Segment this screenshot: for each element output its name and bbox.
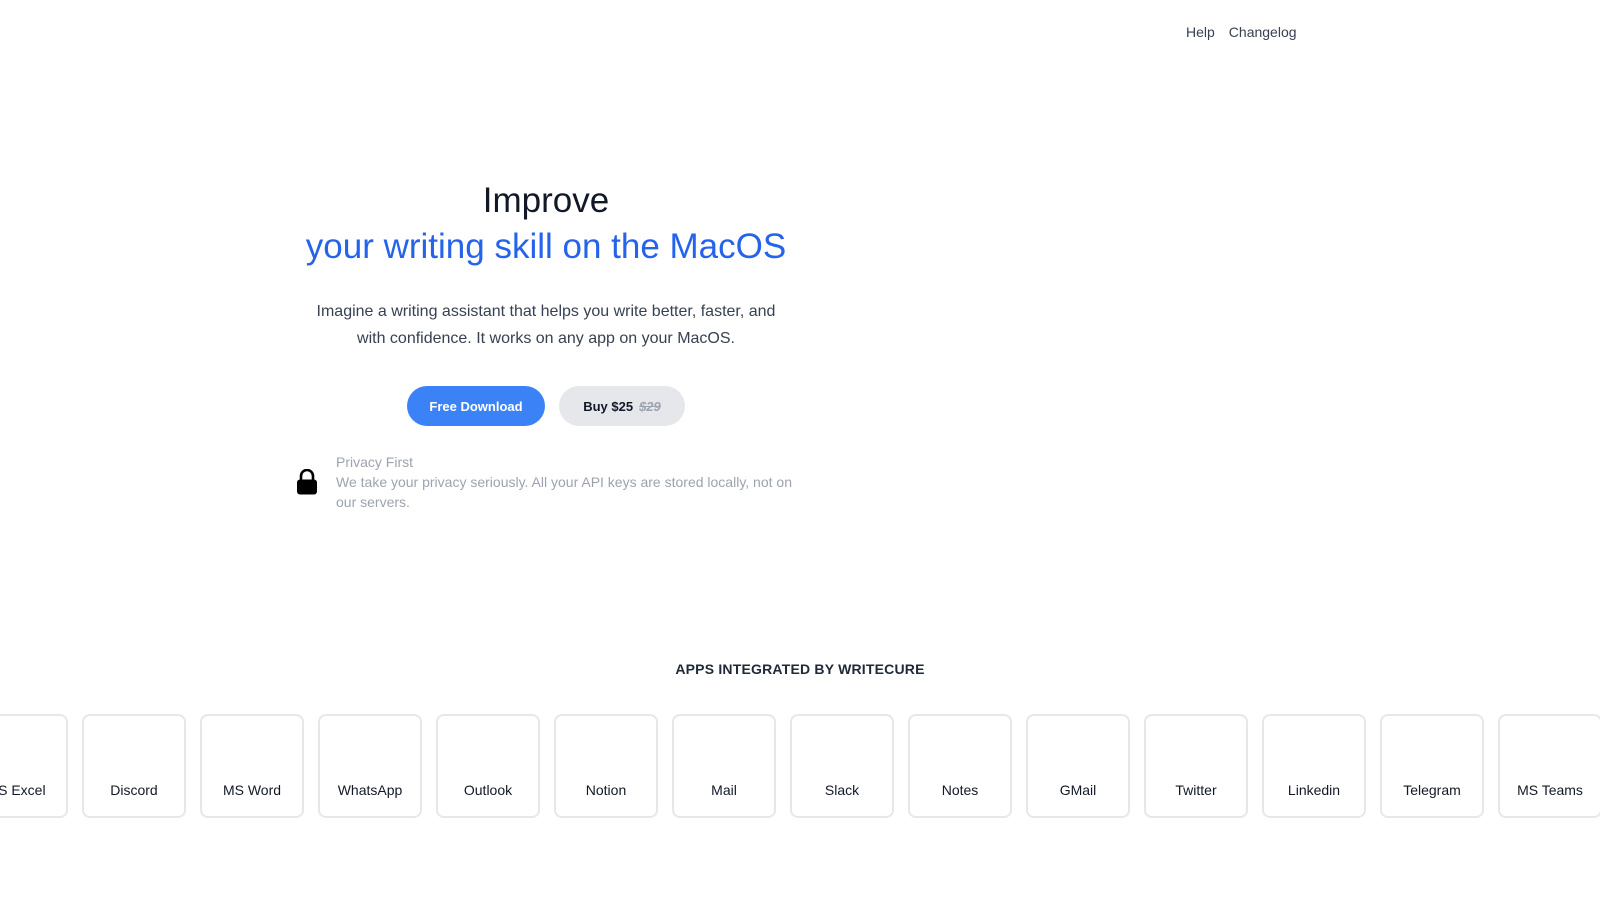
app-card-label: MS Excel [0, 782, 46, 798]
app-card[interactable]: Discord [82, 714, 186, 818]
lock-icon [297, 469, 317, 495]
app-card[interactable]: MS Excel [0, 714, 68, 818]
hero-subtitle: your writing skill on the MacOS [305, 227, 787, 266]
app-card[interactable]: GMail [1026, 714, 1130, 818]
app-card[interactable]: Slack [790, 714, 894, 818]
apps-row: MS Excel Discord MS Word WhatsApp Outlook Not… [0, 714, 1600, 818]
app-card[interactable]: Notion [554, 714, 658, 818]
cta-row: Free Download Buy $25 $29 [296, 386, 796, 426]
buy-label: Buy $25 [583, 398, 634, 414]
privacy-description: We take your privacy seriously. All your… [336, 474, 792, 510]
app-card-label: GMail [1059, 782, 1097, 798]
apps-heading: APPS INTEGRATED BY WRITECURE [675, 661, 925, 677]
privacy-section: Privacy First We take your privacy serio… [296, 452, 796, 512]
app-card[interactable]: Outlook [436, 714, 540, 818]
old-price: $29 [639, 398, 661, 414]
app-card-label: Notes [941, 782, 979, 798]
privacy-text-block: Privacy First We take your privacy serio… [336, 452, 796, 512]
app-card[interactable]: MS Teams [1498, 714, 1600, 818]
hero-section: Improve your writing skill on the MacOS … [296, 180, 796, 426]
app-card-label: MS Word [222, 782, 282, 798]
app-card-label: Telegram [1403, 782, 1461, 798]
app-card-label: Mail [711, 782, 737, 798]
top-nav: Help Changelog [1186, 24, 1297, 40]
app-card-label: WhatsApp [337, 782, 403, 798]
hero-description: Imagine a writing assistant that helps y… [316, 303, 776, 347]
app-card-label: MS Teams [1517, 782, 1583, 798]
app-card-label: Linkedin [1287, 782, 1341, 798]
app-card-label: Notion [585, 782, 627, 798]
app-card[interactable]: Notes [908, 714, 1012, 818]
app-card-label: Discord [110, 782, 158, 798]
app-card-label: Outlook [463, 782, 513, 798]
app-card-label: Slack [824, 782, 860, 798]
app-card[interactable]: WhatsApp [318, 714, 422, 818]
changelog-link[interactable]: Changelog [1229, 24, 1297, 40]
buy-button[interactable]: Buy $25 $29 [559, 386, 685, 426]
page: Help Changelog Improve your writing skil… [0, 0, 1600, 900]
app-card[interactable]: Telegram [1380, 714, 1484, 818]
app-card[interactable]: Mail [672, 714, 776, 818]
app-card-label: Twitter [1175, 782, 1217, 798]
app-card[interactable]: MS Word [200, 714, 304, 818]
hero-title: Improve [482, 181, 610, 220]
app-card[interactable]: Linkedin [1262, 714, 1366, 818]
app-card[interactable]: Twitter [1144, 714, 1248, 818]
free-download-button[interactable]: Free Download [407, 386, 545, 426]
privacy-title: Privacy First [336, 454, 413, 470]
help-link[interactable]: Help [1186, 24, 1215, 40]
